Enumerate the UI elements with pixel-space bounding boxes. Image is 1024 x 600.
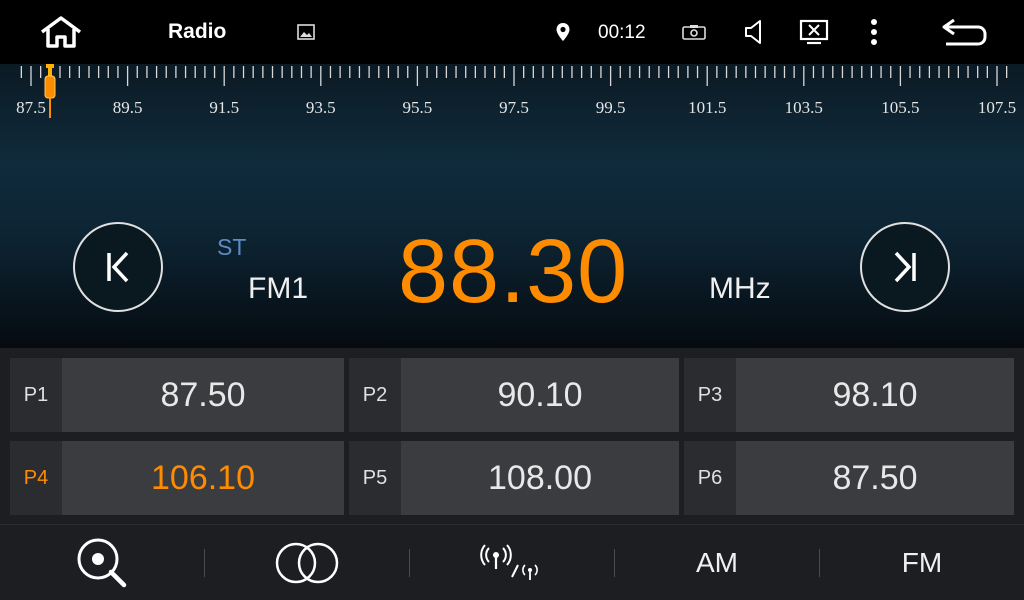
preset-number: P6 xyxy=(684,441,736,515)
screenshot-icon xyxy=(682,25,706,40)
scale-label: 97.5 xyxy=(499,98,529,117)
preset-button-p6[interactable]: P6 87.50 xyxy=(684,441,1014,515)
preset-number: P5 xyxy=(349,441,401,515)
status-bar: Radio 00:12 xyxy=(0,0,1024,64)
seek-next-button[interactable] xyxy=(860,222,950,312)
preset-number: P3 xyxy=(684,358,736,432)
home-button[interactable] xyxy=(36,0,86,64)
am-label: AM xyxy=(696,547,738,578)
search-button[interactable] xyxy=(0,525,204,600)
preset-frequency: 90.10 xyxy=(497,375,583,414)
scale-label: 87.5 xyxy=(16,98,46,117)
home-icon xyxy=(40,16,82,48)
volume-button[interactable] xyxy=(740,0,768,64)
frequency-unit: MHz xyxy=(709,272,771,305)
band-label: FM1 xyxy=(248,272,308,305)
preset-frequency: 87.50 xyxy=(160,375,246,414)
preset-number: P2 xyxy=(349,358,401,432)
more-icon xyxy=(871,19,877,45)
preset-grid: P1 87.50 P2 90.10 P3 98.10 P4 106.10 P5 … xyxy=(0,348,1024,524)
frequency-display: 88.30 xyxy=(398,222,629,322)
clock: 00:12 xyxy=(598,22,646,43)
local-distant-button[interactable] xyxy=(410,525,614,600)
scale-label: 103.5 xyxy=(784,98,823,117)
preset-button-p4[interactable]: P4 106.10 xyxy=(10,441,344,515)
preset-frequency: 87.50 xyxy=(832,458,918,497)
stereo-indicator: ST xyxy=(217,234,247,260)
skip-previous-icon xyxy=(107,251,129,283)
local-distant-icon xyxy=(480,544,538,580)
am-band-button[interactable]: AM xyxy=(615,525,819,600)
preset-frequency: 106.10 xyxy=(151,458,255,497)
gallery-button[interactable] xyxy=(294,0,318,64)
volume-icon xyxy=(745,20,761,44)
screen-off-button[interactable] xyxy=(798,0,830,64)
scale-label: 89.5 xyxy=(112,98,143,117)
search-icon xyxy=(77,538,127,588)
fm-band-button[interactable]: FM xyxy=(820,525,1024,600)
stereo-mono-icon xyxy=(275,542,339,584)
scale-label: 107.5 xyxy=(977,98,1017,117)
skip-next-icon xyxy=(894,251,916,283)
preset-number: P4 xyxy=(10,441,62,515)
stereo-mono-button[interactable] xyxy=(205,525,409,600)
preset-button-p2[interactable]: P2 90.10 xyxy=(349,358,679,432)
scale-label: 95.5 xyxy=(402,98,433,117)
preset-frequency: 108.00 xyxy=(488,458,592,497)
screenshot-button[interactable] xyxy=(680,0,708,64)
location-icon xyxy=(556,23,570,41)
frequency-scale[interactable]: 87.5 89.5 91.5 93.5 95.5 97.5 99.5 101.5 103.5 10… xyxy=(0,64,1024,124)
preset-button-p5[interactable]: P5 108.00 xyxy=(349,441,679,515)
scale-label: 105.5 xyxy=(881,98,920,117)
scale-label: 99.5 xyxy=(595,98,626,117)
screen-off-icon xyxy=(799,19,829,45)
more-button[interactable] xyxy=(862,0,886,64)
preset-number: P1 xyxy=(10,358,62,432)
bottom-toolbar: AM FM xyxy=(0,524,1024,600)
preset-button-p3[interactable]: P3 98.10 xyxy=(684,358,1014,432)
location-indicator xyxy=(552,0,574,64)
back-icon xyxy=(942,18,987,46)
gallery-icon xyxy=(297,24,315,40)
scale-label: 93.5 xyxy=(305,98,336,117)
fm-label: FM xyxy=(901,547,943,578)
seek-previous-button[interactable] xyxy=(73,222,163,312)
tuning-marker[interactable] xyxy=(43,64,57,124)
scale-label: 91.5 xyxy=(209,98,240,117)
back-button[interactable] xyxy=(938,0,990,64)
preset-button-p1[interactable]: P1 87.50 xyxy=(10,358,344,432)
preset-frequency: 98.10 xyxy=(832,375,918,414)
app-title: Radio xyxy=(168,20,227,43)
scale-label: 101.5 xyxy=(688,98,727,117)
